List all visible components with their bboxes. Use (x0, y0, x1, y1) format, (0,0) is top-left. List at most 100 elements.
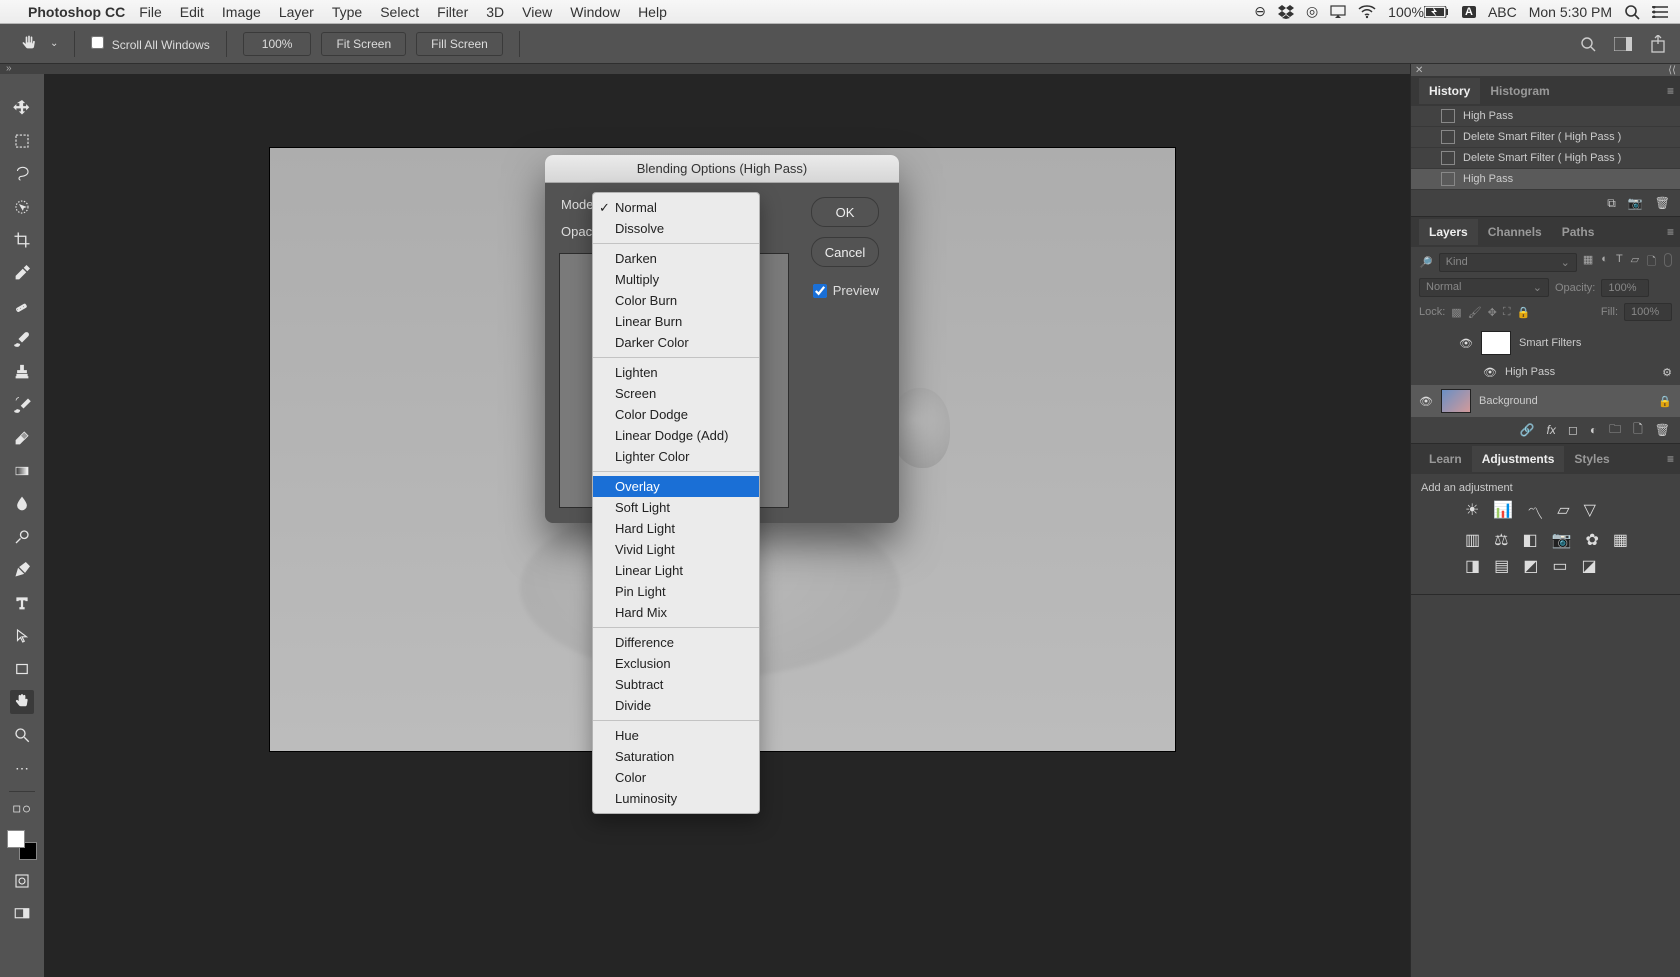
blend-mode-darker-color[interactable]: Darker Color (593, 332, 759, 353)
levels-icon[interactable]: 📊 (1493, 500, 1513, 524)
blend-mode-dissolve[interactable]: Dissolve (593, 218, 759, 239)
brightness-contrast-icon[interactable]: ☀ (1465, 500, 1479, 524)
color-balance-icon[interactable]: ⚖ (1494, 530, 1508, 550)
camera-icon[interactable]: 📷 (1628, 196, 1643, 210)
photo-filter-icon[interactable]: 📷 (1552, 530, 1572, 550)
channel-mixer-icon[interactable]: ✿ (1586, 530, 1599, 550)
group-icon[interactable]: 🗀 (1609, 420, 1621, 441)
stamp-tool[interactable] (10, 360, 34, 384)
cc-icon[interactable]: ◎ (1306, 3, 1318, 20)
expand-tabs-icon[interactable]: » (6, 63, 12, 74)
eraser-tool[interactable] (10, 426, 34, 450)
gradient-tool[interactable] (10, 459, 34, 483)
visibility-icon[interactable]: 👁 (1483, 366, 1497, 379)
blend-mode-overlay[interactable]: Overlay (593, 476, 759, 497)
menu-icon[interactable] (1652, 6, 1668, 18)
healing-brush-tool[interactable] (10, 294, 34, 318)
hue-sat-icon[interactable]: ▥ (1465, 530, 1480, 550)
tab-learn[interactable]: Learn (1419, 446, 1472, 472)
pen-tool[interactable] (10, 558, 34, 582)
menu-image[interactable]: Image (222, 4, 261, 20)
curves-icon[interactable]: 〽 (1527, 500, 1543, 524)
blend-mode-hue[interactable]: Hue (593, 725, 759, 746)
high-pass-filter-row[interactable]: 👁 High Pass ⚙ (1411, 359, 1680, 385)
blend-mode-exclusion[interactable]: Exclusion (593, 653, 759, 674)
search-icon[interactable] (1580, 36, 1596, 52)
dnd-icon[interactable]: ⊖ (1254, 3, 1266, 20)
history-brush-tool[interactable] (10, 393, 34, 417)
menu-window[interactable]: Window (570, 4, 620, 20)
filter-options-icon[interactable]: ⚙ (1662, 366, 1672, 379)
screen-mode-tool[interactable] (10, 902, 34, 926)
visibility-icon[interactable]: 👁 (1459, 337, 1473, 350)
quick-mask-tool[interactable] (10, 869, 34, 893)
layer-opacity-field[interactable]: 100% (1601, 279, 1649, 297)
hand-tool[interactable] (10, 690, 34, 714)
lock-icon[interactable]: 🔒 (1658, 395, 1672, 408)
tab-layers[interactable]: Layers (1419, 219, 1478, 245)
crop-tool[interactable] (10, 228, 34, 252)
blend-mode-screen[interactable]: Screen (593, 383, 759, 404)
workspace-icon[interactable] (1614, 37, 1632, 51)
lasso-tool[interactable] (10, 162, 34, 186)
adjustment-layer-icon[interactable]: ◐ (1590, 423, 1597, 437)
preview-checkbox[interactable]: Preview (813, 283, 879, 298)
scroll-all-windows-checkbox[interactable]: Scroll All Windows (91, 36, 209, 52)
fx-icon[interactable]: fx (1547, 423, 1556, 437)
blend-mode-lighter-color[interactable]: Lighter Color (593, 446, 759, 467)
blend-mode-hard-mix[interactable]: Hard Mix (593, 602, 759, 623)
trash-icon[interactable]: 🗑 (1655, 196, 1670, 210)
blend-mode-vivid-light[interactable]: Vivid Light (593, 539, 759, 560)
color-lookup-icon[interactable]: ▦ (1613, 530, 1628, 550)
filter-toggle-icon[interactable] (1664, 253, 1672, 267)
tab-history[interactable]: History (1419, 78, 1480, 104)
menu-type[interactable]: Type (332, 4, 362, 20)
blend-mode-lighten[interactable]: Lighten (593, 362, 759, 383)
fit-screen-button[interactable]: Fit Screen (321, 32, 406, 56)
app-name[interactable]: Photoshop CC (28, 4, 125, 20)
new-snapshot-icon[interactable]: ⧉ (1607, 196, 1616, 211)
blend-mode-saturation[interactable]: Saturation (593, 746, 759, 767)
blend-mode-pin-light[interactable]: Pin Light (593, 581, 759, 602)
filter-shape-icon[interactable]: ▱ (1631, 253, 1639, 272)
background-layer-row[interactable]: 👁 Background 🔒 (1411, 385, 1680, 417)
zoom-tool[interactable] (10, 723, 34, 747)
menu-layer[interactable]: Layer (279, 4, 314, 20)
eyedropper-tool[interactable] (10, 261, 34, 285)
lock-pixels-icon[interactable]: 🖌 (1468, 306, 1482, 319)
layer-thumb[interactable] (1441, 389, 1471, 413)
marquee-tool[interactable] (10, 129, 34, 153)
trash-icon[interactable]: 🗑 (1655, 423, 1670, 437)
blend-mode-difference[interactable]: Difference (593, 632, 759, 653)
color-swatches[interactable] (7, 830, 37, 860)
filter-pixel-icon[interactable]: ▦ (1583, 253, 1593, 272)
edit-toolbar[interactable]: ⋯ (10, 756, 34, 780)
battery-status[interactable]: 100% (1388, 4, 1450, 20)
wifi-icon[interactable] (1358, 5, 1376, 19)
menu-3d[interactable]: 3D (486, 4, 504, 20)
blur-tool[interactable] (10, 492, 34, 516)
ime-indicator[interactable]: A (1462, 6, 1476, 18)
blend-mode-linear-dodge-add-[interactable]: Linear Dodge (Add) (593, 425, 759, 446)
cancel-button[interactable]: Cancel (811, 237, 879, 267)
gradient-map-icon[interactable]: ▭ (1552, 556, 1567, 576)
blend-mode-dropdown[interactable]: NormalDissolveDarkenMultiplyColor BurnLi… (592, 192, 760, 814)
tab-paths[interactable]: Paths (1552, 219, 1605, 245)
blend-mode-normal[interactable]: Normal (593, 197, 759, 218)
screen-mode-icons[interactable] (10, 803, 34, 815)
blend-mode-subtract[interactable]: Subtract (593, 674, 759, 695)
tab-histogram[interactable]: Histogram (1480, 78, 1559, 104)
menu-filter[interactable]: Filter (437, 4, 468, 20)
lock-transparent-icon[interactable]: ▩ (1451, 306, 1461, 319)
menu-edit[interactable]: Edit (180, 4, 204, 20)
exposure-icon[interactable]: ▱ (1557, 500, 1569, 524)
panel-menu-icon[interactable]: ≡ (1667, 452, 1674, 466)
blend-mode-multiply[interactable]: Multiply (593, 269, 759, 290)
blend-mode-linear-burn[interactable]: Linear Burn (593, 311, 759, 332)
tab-adjustments[interactable]: Adjustments (1472, 446, 1565, 472)
history-item[interactable]: High Pass (1411, 106, 1680, 127)
airplay-icon[interactable] (1330, 5, 1346, 19)
blend-mode-divide[interactable]: Divide (593, 695, 759, 716)
new-layer-icon[interactable]: 🗋 (1633, 420, 1643, 441)
spotlight-icon[interactable] (1624, 4, 1640, 20)
